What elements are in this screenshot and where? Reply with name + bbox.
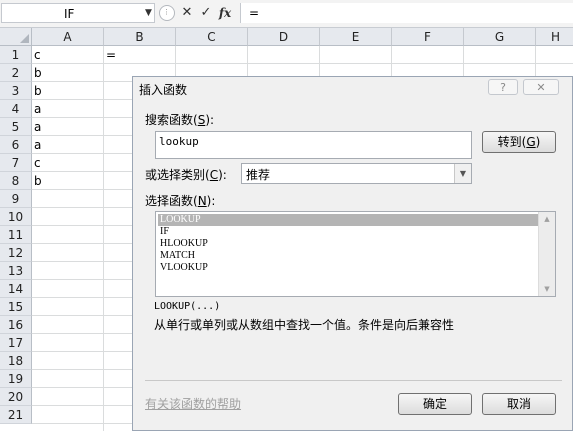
row-header-16[interactable]: 16: [0, 316, 32, 334]
name-box-value: IF: [64, 7, 75, 21]
row-header-13[interactable]: 13: [0, 262, 32, 280]
divider: [145, 380, 562, 381]
column-header-h[interactable]: H: [536, 28, 573, 46]
cell-a8[interactable]: b: [32, 172, 104, 190]
function-list-item[interactable]: VLOOKUP: [158, 262, 538, 274]
cell-a2[interactable]: b: [32, 64, 104, 82]
cell-a1[interactable]: c: [32, 46, 104, 64]
row-header-12[interactable]: 12: [0, 244, 32, 262]
help-button[interactable]: ?: [488, 79, 518, 95]
name-box[interactable]: IF ▼: [1, 3, 155, 23]
row-header-7[interactable]: 7: [0, 154, 32, 172]
category-label: 或选择类别(C):: [145, 168, 227, 182]
row-header-20[interactable]: 20: [0, 388, 32, 406]
scroll-up-icon[interactable]: ▲: [539, 212, 555, 226]
row-header-14[interactable]: 14: [0, 280, 32, 298]
formula-buttons: ⋮ ✕ ✓ fx: [158, 3, 238, 23]
row-header-1[interactable]: 1: [0, 46, 32, 64]
row-header-8[interactable]: 8: [0, 172, 32, 190]
row-header-2[interactable]: 2: [0, 64, 32, 82]
row-header-11[interactable]: 11: [0, 226, 32, 244]
column-header-f[interactable]: F: [392, 28, 464, 46]
cell-a6[interactable]: a: [32, 136, 104, 154]
column-header-a[interactable]: A: [32, 28, 104, 46]
enter-entry-icon[interactable]: ✓: [197, 4, 215, 22]
row-header-5[interactable]: 5: [0, 118, 32, 136]
row-header-17[interactable]: 17: [0, 334, 32, 352]
search-function-input[interactable]: lookup: [155, 131, 472, 159]
select-function-label: 选择函数(N):: [145, 194, 216, 208]
row-header-3[interactable]: 3: [0, 82, 32, 100]
scroll-down-icon[interactable]: ▼: [539, 282, 555, 296]
cancel-entry-icon[interactable]: ✕: [178, 4, 196, 22]
formula-input[interactable]: =: [240, 3, 573, 23]
row-header-6[interactable]: 6: [0, 136, 32, 154]
function-list[interactable]: LOOKUP IF HLOOKUP MATCH VLOOKUP ▲ ▼: [155, 211, 556, 297]
formula-text: =: [249, 6, 260, 20]
cell-a5[interactable]: a: [32, 118, 104, 136]
insert-function-dialog: 插入函数 ? ✕ 搜索函数(S): lookup 转到(G) 或选择类别(C):…: [132, 76, 573, 431]
function-list-item[interactable]: HLOOKUP: [158, 238, 538, 250]
goto-button[interactable]: 转到(G): [482, 131, 556, 153]
function-signature: LOOKUP(...): [154, 301, 221, 312]
row-header-15[interactable]: 15: [0, 298, 32, 316]
function-list-item[interactable]: MATCH: [158, 250, 538, 262]
select-all-corner[interactable]: [0, 28, 32, 46]
chevron-down-icon[interactable]: ▼: [145, 8, 152, 18]
cell-a4[interactable]: a: [32, 100, 104, 118]
cell-a3[interactable]: b: [32, 82, 104, 100]
close-button[interactable]: ✕: [523, 79, 559, 95]
cell-a7[interactable]: c: [32, 154, 104, 172]
search-function-label: 搜索函数(S):: [145, 113, 215, 127]
function-list-scrollbar[interactable]: ▲ ▼: [538, 212, 555, 296]
function-help-link[interactable]: 有关该函数的帮助: [145, 395, 241, 412]
row-header-4[interactable]: 4: [0, 100, 32, 118]
row-header-10[interactable]: 10: [0, 208, 32, 226]
column-header-d[interactable]: D: [248, 28, 320, 46]
row-header-19[interactable]: 19: [0, 370, 32, 388]
cell-b1[interactable]: =: [104, 46, 176, 64]
function-list-item[interactable]: LOOKUP: [158, 214, 538, 226]
column-header-e[interactable]: E: [320, 28, 392, 46]
function-list-item[interactable]: IF: [158, 226, 538, 238]
row-header-9[interactable]: 9: [0, 190, 32, 208]
category-value: 推荐: [246, 168, 271, 182]
function-description: 从单行或单列或从数组中查找一个值。条件是向后兼容性: [154, 318, 455, 332]
category-select[interactable]: 推荐 ▼: [241, 163, 472, 184]
row-header-21[interactable]: 21: [0, 406, 32, 424]
column-header-b[interactable]: B: [104, 28, 176, 46]
chevron-down-icon[interactable]: ▼: [454, 164, 471, 183]
formula-bar: IF ▼ ⋮ ✕ ✓ fx =: [0, 0, 573, 28]
ok-button[interactable]: 确定: [398, 393, 472, 415]
row-header-18[interactable]: 18: [0, 352, 32, 370]
more-icon[interactable]: ⋮: [159, 5, 175, 21]
cancel-button[interactable]: 取消: [482, 393, 556, 415]
column-header-g[interactable]: G: [464, 28, 536, 46]
column-header-c[interactable]: C: [176, 28, 248, 46]
dialog-title: 插入函数: [139, 83, 188, 97]
insert-function-icon[interactable]: fx: [216, 4, 234, 22]
search-function-value: lookup: [159, 135, 199, 148]
